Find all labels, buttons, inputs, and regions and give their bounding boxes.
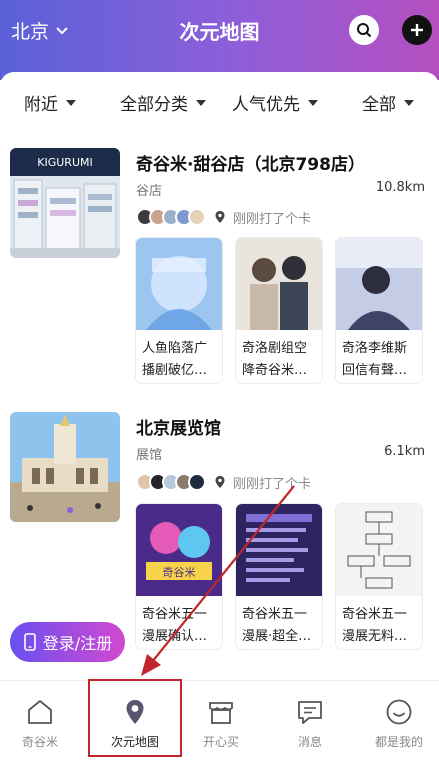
caret-down-icon — [196, 99, 206, 106]
tab-home[interactable]: 奇谷米 — [0, 697, 80, 750]
place-distance: 6.1km — [384, 444, 425, 459]
filter-bar: 附近 全部分类 人气优先 全部 — [0, 90, 439, 120]
checkin-text: 刚刚打了个卡 — [233, 476, 312, 492]
post-thumbnail[interactable]: 人鱼陷落广播剧破亿… — [136, 238, 222, 383]
post-image — [236, 238, 322, 330]
place-category: 展馆 — [136, 448, 163, 463]
place-distance: 10.8km — [375, 180, 425, 195]
checkin-text: 刚刚打了个卡 — [233, 211, 312, 227]
exhibition-hall-photo — [10, 412, 120, 522]
location-pin-icon — [215, 211, 225, 223]
tab-label: 都是我的 — [374, 735, 423, 749]
place-name: 北京展览馆 — [136, 419, 221, 439]
post-image — [336, 504, 422, 596]
filter-label: 附近 — [24, 95, 58, 115]
checkin-row: 刚刚打了个卡 — [136, 207, 311, 227]
post-thumbnail[interactable]: 奇谷米五一漫展·超全… — [236, 504, 322, 649]
login-label: 登录/注册 — [42, 634, 113, 653]
tab-label: 消息 — [297, 735, 322, 749]
tab-profile[interactable]: 都是我的 — [359, 697, 439, 750]
place-cover-image[interactable]: KIGURUMI — [10, 148, 120, 258]
post-image — [236, 504, 322, 596]
post-thumbnail[interactable]: 奇谷米五一漫展无料… — [336, 504, 422, 649]
search-button[interactable] — [349, 15, 379, 45]
message-icon — [298, 701, 322, 724]
avatar — [188, 473, 206, 491]
caret-down-icon — [404, 99, 414, 106]
place-cover-image[interactable] — [10, 412, 120, 522]
place-category: 谷店 — [136, 184, 163, 199]
filter-sort[interactable]: 人气优先 — [232, 90, 318, 115]
filter-label: 全部 — [362, 95, 396, 115]
post-thumbnail[interactable]: 奇谷米 奇谷米五一漫展确认… — [136, 504, 222, 649]
post-image-text: 奇谷米 — [163, 566, 196, 579]
shop-icon — [209, 702, 233, 724]
tab-label: 开心买 — [202, 735, 239, 749]
caret-down-icon — [66, 99, 76, 106]
cover-sign-text: KIGURUMI — [37, 156, 92, 169]
add-button[interactable] — [402, 15, 432, 45]
tab-label: 奇谷米 — [21, 735, 58, 749]
post-thumbnail[interactable]: 奇洛李维斯回信有聲… — [336, 238, 422, 383]
house-icon — [28, 700, 52, 724]
tab-shop[interactable]: 开心买 — [181, 697, 261, 750]
shop-photo: KIGURUMI — [10, 148, 120, 258]
post-caption: 奇洛剧组空降奇谷米… — [242, 341, 308, 378]
checkin-row: 刚刚打了个卡 — [136, 472, 311, 492]
highlight-box — [88, 679, 182, 757]
app-header: 北京 次元地图 — [0, 0, 439, 80]
place-name: 奇谷米·甜谷店（北京798店） — [136, 155, 365, 175]
filter-label: 全部分类 — [120, 95, 188, 115]
post-caption: 人鱼陷落广播剧破亿… — [142, 341, 208, 378]
post-caption: 奇谷米五一漫展·超全… — [242, 607, 312, 644]
phone-icon — [23, 633, 36, 651]
post-thumbnail[interactable]: 奇洛剧组空降奇谷米… — [236, 238, 322, 383]
filter-label: 人气优先 — [232, 95, 300, 115]
search-icon — [357, 23, 372, 38]
post-caption: 奇洛李维斯回信有聲… — [342, 341, 408, 378]
plus-icon — [411, 24, 423, 36]
smile-icon — [386, 699, 412, 725]
login-register-button[interactable]: 登录/注册 — [10, 622, 125, 662]
bottom-tab-bar: 奇谷米 次元地图 开心买 消息 都是我的 — [0, 680, 439, 764]
post-caption: 奇谷米五一漫展无料… — [342, 607, 408, 644]
filter-nearby[interactable]: 附近 — [24, 90, 76, 115]
tab-messages[interactable]: 消息 — [270, 697, 350, 750]
post-image — [136, 238, 222, 330]
post-image — [336, 238, 422, 330]
main-content: 附近 全部分类 人气优先 全部 KIGURUMI 奇谷米·甜谷店（北京798店）… — [0, 72, 439, 680]
post-caption: 奇谷米五一漫展确认… — [142, 607, 208, 644]
avatar — [188, 208, 206, 226]
post-image: 奇谷米 — [136, 504, 222, 596]
location-pin-icon — [215, 476, 225, 488]
filter-all[interactable]: 全部 — [362, 90, 414, 115]
caret-down-icon — [308, 99, 318, 106]
filter-category[interactable]: 全部分类 — [120, 90, 206, 115]
